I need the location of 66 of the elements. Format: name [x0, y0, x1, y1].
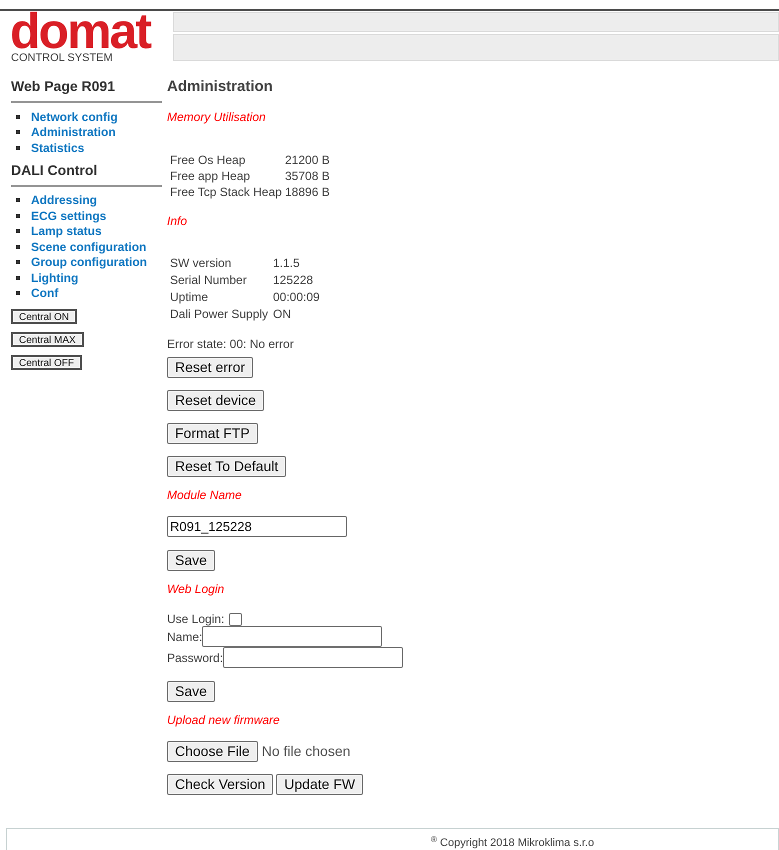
- bullet-icon: [16, 276, 20, 280]
- save-button[interactable]: Save: [167, 550, 215, 571]
- module-name-field[interactable]: R091_125228: [167, 516, 347, 537]
- table-cell-text: SW version: [170, 255, 232, 272]
- action-button[interactable]: Reset To Default: [167, 456, 286, 477]
- section-heading: Web Login: [167, 582, 226, 596]
- table-cell-text: Dali Power Supply: [170, 306, 270, 323]
- nav-link[interactable]: Conf: [31, 284, 58, 302]
- bullet-icon: [16, 214, 20, 218]
- action-button[interactable]: Reset error: [167, 357, 254, 378]
- table-cell-text: Free Os Heap: [170, 152, 246, 168]
- table-cell-text: Uptime: [170, 289, 210, 306]
- section-heading: Info: [167, 214, 188, 228]
- table-cell: 21200 B: [285, 152, 330, 168]
- checkbox[interactable]: [229, 612, 242, 626]
- error-state: Error state: 00: No error: [167, 337, 295, 351]
- table-cell-text: 125228: [273, 272, 314, 289]
- section-heading: Memory Utilisation: [167, 110, 267, 124]
- choose-file-button[interactable]: Choose File: [167, 741, 258, 762]
- bullet-icon: [16, 198, 20, 202]
- action-button[interactable]: Format FTP: [167, 423, 258, 444]
- save-button[interactable]: Save: [167, 681, 215, 702]
- nav-link[interactable]: Group configuration: [31, 253, 147, 272]
- check-version-button[interactable]: Check Version: [167, 774, 274, 795]
- section-heading: Upload new firmware: [167, 713, 281, 727]
- table-cell-text: Serial Number: [170, 272, 248, 289]
- field-label: Name:: [167, 628, 202, 646]
- bullet-icon: [16, 130, 20, 134]
- table-cell-text: ON: [273, 306, 292, 323]
- action-button[interactable]: Reset device: [167, 390, 264, 411]
- bullet-icon: [16, 260, 20, 264]
- copyright-text: $^{®}$ Copyright 2018 Mikroklima s.r.o: [430, 835, 594, 850]
- nav-link[interactable]: Administration: [31, 123, 116, 142]
- central-button[interactable]: Central MAX: [11, 332, 84, 347]
- page-title: Administration: [167, 78, 274, 96]
- sidebar-title: DALI Control: [11, 160, 162, 186]
- password-field[interactable]: [223, 647, 404, 668]
- nav-link[interactable]: ECG settings: [31, 206, 106, 225]
- table-cell: 35708 B: [285, 168, 330, 184]
- logo-tagline: CONTROL SYSTEM: [11, 52, 114, 64]
- nav-link[interactable]: Lamp status: [31, 222, 102, 240]
- logo-text: domat: [10, 11, 152, 51]
- field-label: Password:: [167, 650, 224, 666]
- nav-link[interactable]: Statistics: [31, 138, 84, 157]
- table-cell: 18896 B: [285, 184, 330, 200]
- table-cell-text: 1.1.5: [273, 255, 301, 272]
- bullet-icon: [16, 146, 20, 150]
- field-label: Use Login:: [167, 611, 224, 628]
- central-button[interactable]: Central OFF: [11, 355, 82, 370]
- nav-link[interactable]: Scene configuration: [31, 238, 146, 256]
- nav-link[interactable]: Lighting: [31, 268, 78, 287]
- nav-link[interactable]: Addressing: [31, 191, 98, 210]
- bullet-icon: [16, 114, 20, 119]
- table-cell: 00:00:09: [273, 289, 320, 306]
- sidebar-title: Web Page R091: [11, 76, 162, 103]
- table-cell-text: Free app Heap: [170, 168, 252, 184]
- file-status: No file chosen: [262, 742, 350, 761]
- section-heading: Module Name: [167, 488, 243, 502]
- bullet-icon: [16, 229, 20, 234]
- nav-link[interactable]: Network config: [31, 108, 118, 126]
- table-cell: Free Tcp Stack Heap: [170, 184, 282, 200]
- bullet-icon: [16, 244, 20, 249]
- bullet-icon: [16, 291, 20, 296]
- update-button[interactable]: Update FW: [276, 774, 364, 795]
- central-button[interactable]: Central ON: [11, 309, 78, 324]
- name-field[interactable]: [202, 626, 382, 647]
